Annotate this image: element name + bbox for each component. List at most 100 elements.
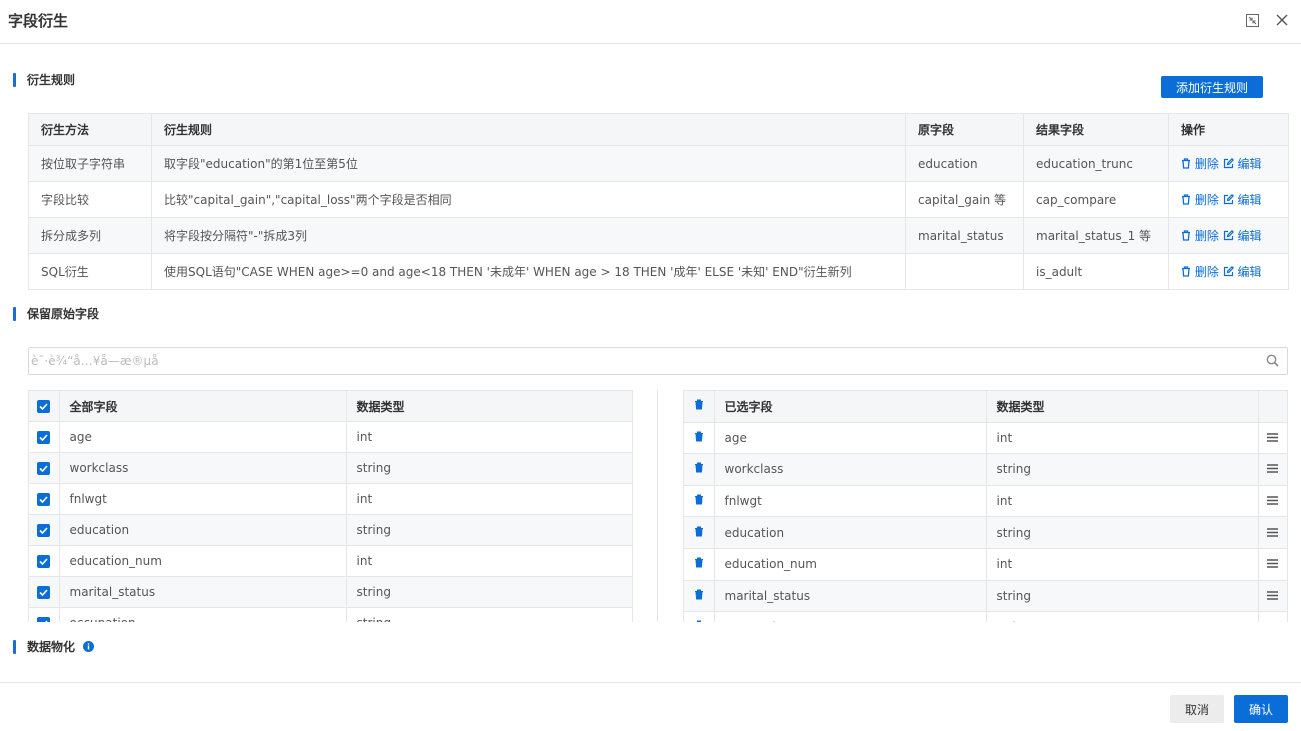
field-name: education_num: [59, 545, 347, 577]
edit-rule-button[interactable]: 编辑: [1223, 229, 1262, 243]
cell-result-field: cap_compare: [1023, 181, 1169, 218]
field-type: int: [346, 483, 632, 515]
edit-rule-button[interactable]: 编辑: [1223, 157, 1262, 171]
remove-field-button[interactable]: [684, 485, 715, 518]
checkbox-checked-icon: [37, 400, 51, 413]
selected-fields-panel: 已选字段 数据类型 age int workclass string fnlwgt i…: [683, 390, 1288, 622]
field-checkbox[interactable]: [29, 483, 60, 515]
cell-actions: 删除 编辑: [1168, 217, 1289, 254]
field-name: education_num: [714, 548, 987, 581]
edit-rule-button[interactable]: 编辑: [1223, 193, 1262, 207]
table-row: 拆分成多列 将字段按分隔符"-"拆成3列 marital_status mari…: [28, 217, 1289, 254]
remove-field-button[interactable]: [684, 548, 715, 581]
table-row: occupationstring: [684, 611, 1287, 622]
field-name: education: [714, 516, 987, 549]
dialog-title: 字段衍生: [8, 12, 69, 30]
shrink-icon[interactable]: [1244, 12, 1260, 28]
delete-rule-button[interactable]: 删除: [1181, 265, 1219, 279]
remove-field-button[interactable]: [684, 516, 715, 549]
checkbox-checked-icon: [37, 555, 51, 568]
field-type: int: [346, 421, 632, 453]
drag-handle-icon[interactable]: [1258, 548, 1287, 581]
field-checkbox[interactable]: [29, 545, 60, 577]
checkbox-checked-icon: [37, 431, 51, 444]
cell-rule: 比较"capital_gain","capital_loss"两个字段是否相同: [151, 181, 906, 218]
drag-handle-icon[interactable]: [1258, 453, 1287, 486]
remove-field-button[interactable]: [684, 422, 715, 455]
select-all-checkbox[interactable]: [29, 390, 60, 422]
column-header-data-type: 数据类型: [986, 390, 1259, 423]
remove-field-button[interactable]: [684, 611, 715, 622]
field-name: education: [59, 514, 347, 546]
table-row: fnlwgt int: [684, 485, 1287, 518]
field-checkbox[interactable]: [29, 514, 60, 546]
column-header-all-fields: 全部字段: [59, 390, 347, 422]
field-name: marital_status: [59, 576, 347, 608]
field-type: int: [346, 545, 632, 577]
column-header-data-type: 数据类型: [346, 390, 632, 422]
checkbox-checked-icon: [37, 586, 51, 599]
drag-handle-icon[interactable]: [1258, 580, 1287, 613]
edit-icon: [1223, 193, 1234, 205]
trash-icon: [696, 620, 701, 622]
field-name: age: [714, 422, 987, 455]
column-header-result-field: 结果字段: [1023, 113, 1169, 146]
field-name: fnlwgt: [714, 485, 987, 518]
field-checkbox[interactable]: [29, 452, 60, 484]
field-name: age: [59, 421, 347, 453]
info-icon[interactable]: [83, 641, 94, 655]
cell-result-field: education_trunc: [1023, 145, 1169, 182]
cell-rule: 将字段按分隔符"-"拆成3列: [151, 217, 906, 254]
remove-field-button[interactable]: [684, 580, 715, 613]
checkbox-checked-icon: [37, 493, 51, 506]
field-checkbox[interactable]: [29, 421, 60, 453]
cell-actions: 删除 编辑: [1168, 181, 1289, 218]
add-derive-rule-button[interactable]: 添加衍生规则: [1161, 76, 1263, 98]
cell-source-field: [905, 253, 1024, 290]
trash-icon: [1182, 158, 1190, 169]
checkbox-checked-icon: [37, 462, 51, 475]
trash-icon: [694, 589, 703, 600]
cell-actions: 删除 编辑: [1168, 145, 1289, 182]
delete-rule-button[interactable]: 删除: [1181, 193, 1219, 207]
column-header-drag: [1258, 390, 1287, 423]
field-checkbox[interactable]: [29, 576, 60, 608]
field-checkbox[interactable]: [29, 607, 60, 622]
field-name: marital_status: [714, 580, 987, 613]
cell-result-field: marital_status_1 等: [1023, 217, 1169, 254]
table-row: age int: [29, 421, 632, 453]
remove-field-button[interactable]: [684, 453, 715, 486]
panel-divider: [657, 390, 658, 622]
cell-source-field: education: [905, 145, 1024, 182]
cancel-button[interactable]: 取消: [1170, 695, 1224, 723]
drag-handle-icon[interactable]: [1258, 485, 1287, 518]
drag-handle-icon[interactable]: [1258, 422, 1287, 455]
drag-handle-icon[interactable]: [1258, 611, 1287, 622]
edit-rule-button[interactable]: 编辑: [1223, 265, 1262, 279]
field-search-input[interactable]: [29, 348, 1249, 374]
table-row: education string: [29, 514, 632, 546]
close-icon[interactable]: [1274, 12, 1290, 28]
field-type: string: [346, 514, 632, 546]
field-name: occupation: [59, 607, 347, 622]
table-row: 按位取子字符串 取字段"education"的第1位至第5位 education…: [28, 145, 1289, 182]
search-icon[interactable]: [1266, 354, 1279, 370]
drag-handle-icon[interactable]: [1258, 516, 1287, 549]
column-header-rule: 衍生规则: [151, 113, 906, 146]
table-row: marital_status string: [29, 576, 632, 608]
checkbox-checked-icon: [37, 617, 51, 622]
clear-all-button[interactable]: [684, 390, 715, 423]
section-title-derive-rules: 衍生规则: [13, 73, 75, 87]
field-type: string: [346, 452, 632, 484]
section-title-keep-fields: 保留原始字段: [13, 307, 99, 321]
field-type: string: [986, 611, 1259, 622]
field-type: string: [986, 516, 1259, 549]
cell-rule: 取字段"education"的第1位至第5位: [151, 145, 906, 182]
trash-icon: [694, 431, 703, 442]
trash-icon: [1182, 266, 1190, 277]
confirm-button[interactable]: 确认: [1234, 695, 1288, 723]
section-title-materialize: 数据物化: [13, 640, 75, 654]
delete-rule-button[interactable]: 删除: [1181, 157, 1219, 171]
edit-icon: [1223, 265, 1234, 277]
delete-rule-button[interactable]: 删除: [1181, 229, 1219, 243]
